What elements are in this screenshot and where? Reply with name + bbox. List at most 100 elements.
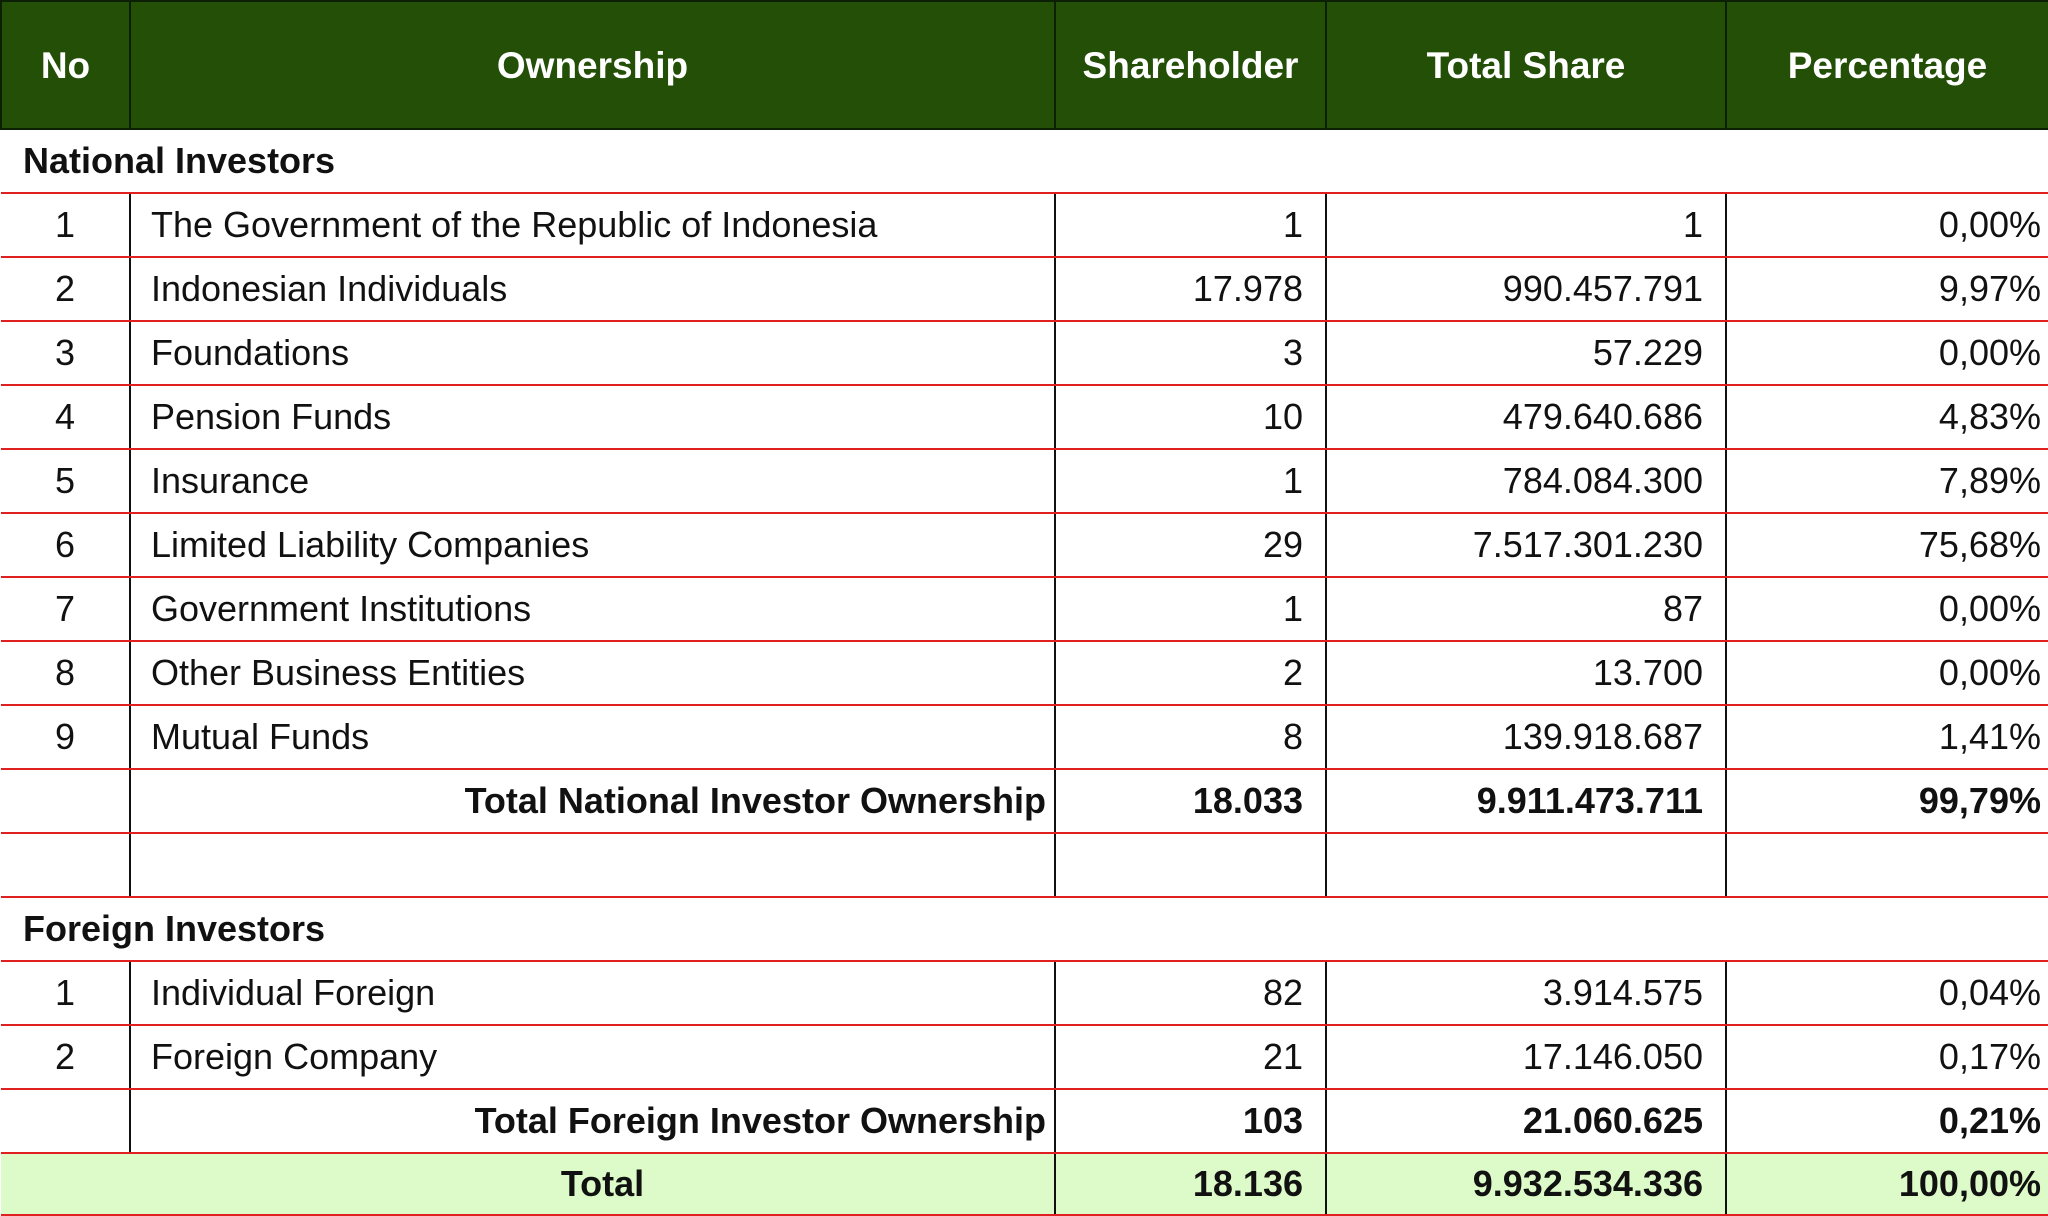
row-no: 5 bbox=[1, 449, 130, 514]
row-ownership: Foundations bbox=[129, 321, 1055, 386]
table-row: 1 Individual Foreign 82 3.914.575 0,04% bbox=[1, 961, 2048, 1026]
row-percentage: 0,17% bbox=[1725, 1025, 2048, 1090]
row-no: 6 bbox=[1, 513, 130, 578]
row-ownership: Government Institutions bbox=[129, 577, 1055, 642]
row-total-share: 3.914.575 bbox=[1325, 961, 1726, 1026]
spacer-row bbox=[1, 833, 2048, 898]
grand-total-row: Total 18.136 9.932.534.336 100,00% bbox=[1, 1153, 2048, 1216]
subtotal-shareholder: 103 bbox=[1054, 1089, 1326, 1154]
row-percentage: 1,41% bbox=[1725, 705, 2048, 770]
subtotal-percentage: 0,21% bbox=[1725, 1089, 2048, 1154]
row-percentage: 7,89% bbox=[1725, 449, 2048, 514]
row-ownership: Insurance bbox=[129, 449, 1055, 514]
table-row: 2 Indonesian Individuals 17.978 990.457.… bbox=[1, 257, 2048, 322]
row-total-share: 13.700 bbox=[1325, 641, 1726, 706]
row-ownership: Mutual Funds bbox=[129, 705, 1055, 770]
row-no: 2 bbox=[1, 257, 130, 322]
spacer-cell bbox=[1, 833, 130, 898]
row-ownership: Limited Liability Companies bbox=[129, 513, 1055, 578]
section-foreign-investors: Foreign Investors bbox=[1, 897, 2048, 962]
row-percentage: 0,00% bbox=[1725, 641, 2048, 706]
shareholder-composition-table: No Ownership Shareholder Total Share Per… bbox=[0, 0, 2048, 1216]
subtotal-label: Total National Investor Ownership bbox=[129, 769, 1055, 834]
row-ownership: Foreign Company bbox=[129, 1025, 1055, 1090]
row-no: 9 bbox=[1, 705, 130, 770]
row-total-share: 784.084.300 bbox=[1325, 449, 1726, 514]
header-percentage: Percentage bbox=[1725, 0, 2048, 130]
row-shareholder: 10 bbox=[1054, 385, 1326, 450]
row-percentage: 75,68% bbox=[1725, 513, 2048, 578]
row-no: 8 bbox=[1, 641, 130, 706]
row-shareholder: 29 bbox=[1054, 513, 1326, 578]
row-total-share: 87 bbox=[1325, 577, 1726, 642]
row-ownership: Other Business Entities bbox=[129, 641, 1055, 706]
row-shareholder: 1 bbox=[1054, 449, 1326, 514]
row-shareholder: 82 bbox=[1054, 961, 1326, 1026]
row-no: 2 bbox=[1, 1025, 130, 1090]
row-percentage: 0,04% bbox=[1725, 961, 2048, 1026]
row-no: 1 bbox=[1, 193, 130, 258]
row-no: 1 bbox=[1, 961, 130, 1026]
table-row: 2 Foreign Company 21 17.146.050 0,17% bbox=[1, 1025, 2048, 1090]
table-row: 1 The Government of the Republic of Indo… bbox=[1, 193, 2048, 258]
row-percentage: 4,83% bbox=[1725, 385, 2048, 450]
row-ownership: The Government of the Republic of Indone… bbox=[129, 193, 1055, 258]
section-title: National Investors bbox=[1, 129, 2048, 194]
row-no: 7 bbox=[1, 577, 130, 642]
table-row: 6 Limited Liability Companies 29 7.517.3… bbox=[1, 513, 2048, 578]
row-total-share: 17.146.050 bbox=[1325, 1025, 1726, 1090]
section-title: Foreign Investors bbox=[1, 897, 2048, 962]
table-header-row: No Ownership Shareholder Total Share Per… bbox=[0, 0, 2048, 130]
national-subtotal-row: Total National Investor Ownership 18.033… bbox=[1, 769, 2048, 834]
section-national-investors: National Investors bbox=[1, 129, 2048, 194]
header-no: No bbox=[0, 0, 131, 130]
header-total-share: Total Share bbox=[1325, 0, 1727, 130]
grand-total-label: Total bbox=[1, 1153, 1055, 1216]
table-row: 3 Foundations 3 57.229 0,00% bbox=[1, 321, 2048, 386]
subtotal-no-empty bbox=[1, 769, 130, 834]
row-total-share: 139.918.687 bbox=[1325, 705, 1726, 770]
subtotal-no-empty bbox=[1, 1089, 130, 1154]
subtotal-total-share: 9.911.473.711 bbox=[1325, 769, 1726, 834]
row-no: 4 bbox=[1, 385, 130, 450]
table-row: 5 Insurance 1 784.084.300 7,89% bbox=[1, 449, 2048, 514]
row-total-share: 479.640.686 bbox=[1325, 385, 1726, 450]
row-shareholder: 1 bbox=[1054, 193, 1326, 258]
grand-total-percentage: 100,00% bbox=[1725, 1153, 2048, 1216]
row-ownership: Individual Foreign bbox=[129, 961, 1055, 1026]
table-row: 9 Mutual Funds 8 139.918.687 1,41% bbox=[1, 705, 2048, 770]
subtotal-label: Total Foreign Investor Ownership bbox=[129, 1089, 1055, 1154]
row-shareholder: 2 bbox=[1054, 641, 1326, 706]
grand-total-shareholder: 18.136 bbox=[1054, 1153, 1326, 1216]
row-percentage: 0,00% bbox=[1725, 321, 2048, 386]
row-total-share: 7.517.301.230 bbox=[1325, 513, 1726, 578]
row-total-share: 990.457.791 bbox=[1325, 257, 1726, 322]
subtotal-shareholder: 18.033 bbox=[1054, 769, 1326, 834]
table-row: 7 Government Institutions 1 87 0,00% bbox=[1, 577, 2048, 642]
spacer-cell bbox=[1054, 833, 1326, 898]
grand-total-share: 9.932.534.336 bbox=[1325, 1153, 1726, 1216]
foreign-subtotal-row: Total Foreign Investor Ownership 103 21.… bbox=[1, 1089, 2048, 1154]
row-total-share: 57.229 bbox=[1325, 321, 1726, 386]
header-shareholder: Shareholder bbox=[1054, 0, 1327, 130]
row-no: 3 bbox=[1, 321, 130, 386]
row-shareholder: 1 bbox=[1054, 577, 1326, 642]
row-total-share: 1 bbox=[1325, 193, 1726, 258]
row-shareholder: 8 bbox=[1054, 705, 1326, 770]
spacer-cell bbox=[1725, 833, 2048, 898]
row-percentage: 9,97% bbox=[1725, 257, 2048, 322]
row-shareholder: 3 bbox=[1054, 321, 1326, 386]
spacer-cell bbox=[129, 833, 1055, 898]
spacer-cell bbox=[1325, 833, 1726, 898]
row-percentage: 0,00% bbox=[1725, 577, 2048, 642]
row-percentage: 0,00% bbox=[1725, 193, 2048, 258]
subtotal-percentage: 99,79% bbox=[1725, 769, 2048, 834]
header-ownership: Ownership bbox=[129, 0, 1056, 130]
table-row: 4 Pension Funds 10 479.640.686 4,83% bbox=[1, 385, 2048, 450]
subtotal-total-share: 21.060.625 bbox=[1325, 1089, 1726, 1154]
row-ownership: Indonesian Individuals bbox=[129, 257, 1055, 322]
row-ownership: Pension Funds bbox=[129, 385, 1055, 450]
row-shareholder: 21 bbox=[1054, 1025, 1326, 1090]
table-row: 8 Other Business Entities 2 13.700 0,00% bbox=[1, 641, 2048, 706]
row-shareholder: 17.978 bbox=[1054, 257, 1326, 322]
